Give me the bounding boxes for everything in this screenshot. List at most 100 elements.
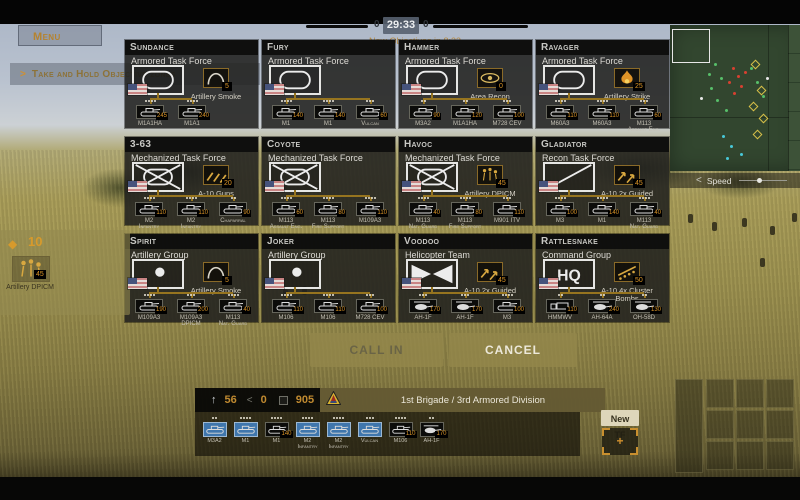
unit-label: M728 CEV bbox=[486, 121, 528, 127]
unit-cost-badge: 170 bbox=[429, 307, 441, 314]
pip bbox=[195, 197, 197, 199]
tray-unit-m1-2[interactable]: 140M1 bbox=[261, 416, 292, 454]
speed-chevron-icon[interactable]: < bbox=[696, 175, 702, 186]
speed-slider[interactable] bbox=[739, 180, 787, 181]
unit-icon-tank: 100 bbox=[493, 105, 521, 119]
unit-slot-m3a2[interactable]: 90M3A2 bbox=[402, 99, 444, 128]
empty-roster-cell bbox=[736, 379, 764, 408]
unit-slot-oh-58d[interactable]: 130OH-58D bbox=[623, 293, 665, 322]
unit-cost-badge: 140 bbox=[292, 113, 304, 120]
unit-slot-ah-1f[interactable]: 170AH-1F bbox=[444, 293, 486, 322]
taskforce-card-ravager[interactable]: RavagerArmored Task Force25Artillery Str… bbox=[536, 40, 669, 128]
unit-icon-tank bbox=[234, 422, 258, 437]
taskforce-card-sundance[interactable]: SundanceArmored Task Force5Artillery Smo… bbox=[125, 40, 258, 128]
minimap[interactable] bbox=[670, 25, 800, 171]
unit-slot-m113-assault-eng-[interactable]: 60M113Assault Eng. bbox=[623, 99, 665, 128]
unit-label: M60A3 bbox=[581, 121, 623, 127]
unit-slot-m1a1ha[interactable]: 120M1A1HA bbox=[444, 99, 486, 128]
minimap-unit-dot bbox=[700, 97, 703, 100]
speed-slider-thumb[interactable] bbox=[757, 178, 762, 183]
unit-slot-hmmwv[interactable]: 110 HMMWV bbox=[539, 293, 581, 322]
tray-unit-vulcan-5[interactable]: Vulcan bbox=[354, 416, 385, 454]
ability-cost-badge: 45 bbox=[633, 179, 645, 188]
unit-slot-vulcan[interactable]: 60Vulcan bbox=[349, 99, 391, 128]
taskforce-card-body: Command GroupHQ50A-10 4x Cluster Bombs11… bbox=[536, 249, 669, 322]
unit-slot-m109a3-dpicm[interactable]: 200M109A3DPICM bbox=[170, 293, 212, 322]
pip bbox=[231, 294, 233, 296]
unit-slot-m109a3[interactable]: 110M109A3 bbox=[349, 196, 391, 225]
us-flag-icon bbox=[402, 181, 421, 192]
unit-slot-m113-nat-guard[interactable]: 40M113Nat. Guard bbox=[212, 293, 254, 322]
unit-slot-m3[interactable]: 100M3 bbox=[486, 293, 528, 322]
pip bbox=[395, 417, 397, 419]
speed-control[interactable]: < Speed bbox=[670, 173, 800, 188]
taskforce-name: Gladiator bbox=[536, 137, 669, 152]
unit-slot-m113-assault-eng-[interactable]: 60M113Assault Eng. bbox=[265, 196, 307, 225]
unit-slot-chaparral[interactable]: 90Chaparral bbox=[212, 196, 254, 225]
unit-slot-m1a1[interactable]: 240M1A1 bbox=[171, 99, 213, 128]
unit-slot-ah-64a[interactable]: 240AH-64A bbox=[581, 293, 623, 322]
unit-slot-m113-fire-support[interactable]: 80M113Fire Support bbox=[307, 196, 349, 225]
pip bbox=[418, 197, 420, 199]
pip bbox=[366, 417, 368, 419]
unit-slot-m728-cev[interactable]: 100 M728 CEV bbox=[486, 99, 528, 128]
add-unit-slot[interactable]: + bbox=[602, 428, 638, 455]
pip bbox=[190, 100, 192, 102]
unit-slot-m3[interactable]: 100M3 bbox=[539, 196, 581, 225]
unit-slot-m728-cev[interactable]: 100M728 CEV bbox=[349, 293, 391, 322]
taskforce-card-body: Mechanized Task Force60M113Assault Eng.8… bbox=[262, 152, 395, 225]
unit-slot-m1[interactable]: 140M1 bbox=[307, 99, 349, 128]
tray-unit-m1-1[interactable]: M1 bbox=[230, 416, 261, 454]
unit-icon-truck: 110 bbox=[546, 299, 574, 313]
pip bbox=[274, 417, 276, 419]
taskforce-card-fury[interactable]: FuryArmored Task Force140M1140M160Vulcan bbox=[262, 40, 395, 128]
unit-slot-m109a3[interactable]: 190M109A3 bbox=[128, 293, 170, 322]
taskforce-card-3-63[interactable]: 3-63Mechanized Task Force20A-10 Guns110M… bbox=[125, 137, 258, 225]
taskforce-card-havoc[interactable]: HavocMechanized Task Force45Artillery DP… bbox=[399, 137, 532, 225]
unit-slot-ah-1f[interactable]: 170AH-1F bbox=[402, 293, 444, 322]
tray-unit-m2-infantry-4[interactable]: M2Infantry bbox=[323, 416, 354, 454]
unit-slot-m106[interactable]: 110M106 bbox=[265, 293, 307, 322]
unit-slot-m2-infantry[interactable]: 110M2Infantry bbox=[170, 196, 212, 225]
menu-button[interactable]: Menu bbox=[18, 25, 102, 46]
unit-slot-m901-itv[interactable]: 110M901 ITV bbox=[486, 196, 528, 225]
pip bbox=[461, 294, 463, 296]
taskforce-card-hammer[interactable]: HammerArmored Task Force0Area Recon90M3A… bbox=[399, 40, 532, 128]
pip bbox=[419, 294, 421, 296]
unit-slot-m106[interactable]: 110M106 bbox=[307, 293, 349, 322]
unit-slot-m113-nat-guard[interactable]: 40M113Nat. Guard bbox=[623, 196, 665, 225]
call-in-button[interactable]: CALL IN bbox=[310, 333, 443, 367]
cancel-button[interactable]: CANCEL bbox=[449, 333, 577, 367]
pip bbox=[603, 294, 605, 296]
unit-slot-m1a1ha[interactable]: 245M1A1HA bbox=[129, 99, 171, 128]
unit-slot-m1[interactable]: 140M1 bbox=[265, 99, 307, 128]
pip bbox=[606, 197, 608, 199]
taskforce-card-body: Mechanized Task Force45Artillery DPICM40… bbox=[399, 152, 532, 225]
unit-slot-m113-fire-support[interactable]: 80M113Fire Support bbox=[444, 196, 486, 225]
taskforce-card-joker[interactable]: JokerArtillery Group110M106110M106100M72… bbox=[262, 234, 395, 322]
unit-slot-m113-nat-guard[interactable]: 40M113Nat. Guard bbox=[402, 196, 444, 225]
taskforce-card-rattlesnake[interactable]: RattlesnakeCommand GroupHQ50A-10 4x Clus… bbox=[536, 234, 669, 322]
unit-slot-m2-infantry[interactable]: 110M2Infantry bbox=[128, 196, 170, 225]
tray-unit-ah-1f-7[interactable]: 170AH-1F bbox=[416, 416, 447, 454]
unit-slot-m60a3[interactable]: 110M60A3 bbox=[581, 99, 623, 128]
pip bbox=[329, 197, 331, 199]
tray-unit-m106-6[interactable]: 110M106 bbox=[385, 416, 416, 454]
soldier-sprite bbox=[688, 214, 693, 223]
taskforce-card-coyote[interactable]: CoyoteMechanized Task Force60M113Assault… bbox=[262, 137, 395, 225]
taskforce-card-voodoo[interactable]: VoodooHelicopter Team45A-10 2x Guided170… bbox=[399, 234, 532, 322]
score-bar-right bbox=[433, 25, 528, 28]
unit-icon-tank: 80 bbox=[451, 202, 479, 216]
minimap-objective-diamond bbox=[759, 114, 769, 124]
taskforce-card-spirit[interactable]: SpiritArtillery Group5Artillery Smoke190… bbox=[125, 234, 258, 322]
tray-unit-m3a2-0[interactable]: M3A2 bbox=[199, 416, 230, 454]
pip bbox=[564, 197, 566, 199]
unit-slot-m1[interactable]: 140M1 bbox=[581, 196, 623, 225]
pip bbox=[153, 294, 155, 296]
new-tf-button[interactable]: New TF bbox=[601, 410, 639, 426]
tray-unit-m2-infantry-3[interactable]: M2Infantry bbox=[292, 416, 323, 454]
taskforce-card-gladiator[interactable]: GladiatorRecon Task Force45A-10 2x Guide… bbox=[536, 137, 669, 225]
unit-label: HMMWV bbox=[539, 315, 581, 321]
veterancy-pips bbox=[212, 196, 254, 201]
unit-slot-m60a3[interactable]: 110M60A3 bbox=[539, 99, 581, 128]
